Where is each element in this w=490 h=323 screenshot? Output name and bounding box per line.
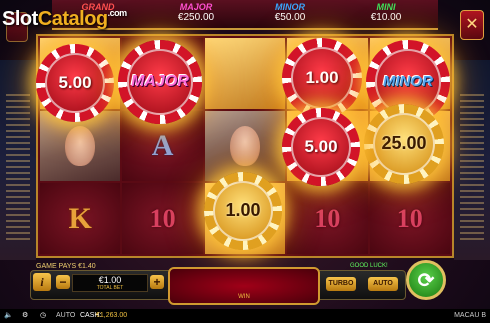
chip-major: MAJOR [118, 40, 202, 124]
chip-coin: 5.00 [36, 44, 114, 122]
chip-coin: 5.00 [282, 108, 360, 186]
city-skyline-right [454, 60, 490, 260]
spin-arrows-icon: ⟳ [417, 269, 435, 292]
chip-value: 25.00 [381, 133, 427, 154]
status-auto-label: AUTO [56, 312, 76, 319]
win-label: WIN [238, 294, 250, 300]
good-luck-message: GOOD LUCK! [350, 263, 388, 269]
reel-cell [204, 38, 286, 109]
total-bet-label: TOTAL BET [96, 285, 124, 291]
close-button[interactable]: ✕ [460, 10, 484, 40]
bet-decrease-button[interactable]: − [56, 275, 70, 289]
chip-value: 5.00 [304, 136, 338, 156]
status-bar: 🔈 ⚙ ◷ AUTO CASH: €1,263.00 MACAU B [0, 309, 490, 323]
chip-major-label: MAJOR [131, 72, 189, 90]
bet-increase-button[interactable]: + [150, 275, 164, 289]
sound-icon[interactable]: 🔈 [4, 309, 13, 323]
chip-coin: 1.00 [282, 38, 362, 118]
chip-minor-label: MINOR [382, 73, 433, 91]
chip-value: 1.00 [225, 200, 261, 221]
jackpot-major: MAJOR €250.00 [150, 2, 242, 28]
total-bet-display: €1.00 TOTAL BET [72, 274, 148, 292]
portrait-face [65, 125, 96, 166]
jackpot-mini: MINI €10.00 [340, 2, 432, 28]
jackpot-mini-name: MINI [376, 2, 396, 12]
gear-icon[interactable]: ⚙ [22, 309, 28, 323]
jackpot-minor: MINOR €50.00 [244, 2, 336, 28]
watermark-suffix: .com [107, 8, 128, 18]
cash-value: €1,263.00 [96, 312, 128, 319]
reel-cell-symbol-10: 10 [287, 183, 368, 254]
info-button[interactable]: i [33, 273, 51, 291]
game-pays-message: GAME PAYS €1.40 [36, 263, 96, 270]
watermark-logo: SlotCatalog.com [2, 8, 127, 31]
spin-button[interactable]: ⟳ [406, 260, 446, 300]
watermark-part1: Slot [2, 8, 38, 30]
game-stage: GRAND MAJOR €250.00 MINOR €50.00 MINI €1… [0, 0, 490, 323]
turbo-button[interactable]: TURBO [326, 277, 356, 291]
jackpot-minor-name: MINOR [275, 2, 305, 12]
watermark-part2: Catalog [37, 8, 108, 30]
clock-icon: ◷ [40, 312, 47, 319]
chip-value: 5.00 [58, 72, 92, 92]
reel-cell-symbol-10: 10 [122, 183, 203, 254]
chip-value: 1.00 [305, 67, 339, 87]
reel-cell-symbol-10: 10 [369, 183, 450, 254]
win-display: WIN [168, 267, 320, 305]
portrait-face [229, 125, 260, 166]
total-bet-value: €1.00 [98, 275, 122, 285]
reel-cell-portrait [204, 110, 286, 182]
jackpot-major-name: MAJOR [179, 2, 213, 12]
jackpot-minor-amount: €50.00 [274, 12, 306, 23]
autoplay-button[interactable]: AUTO [368, 277, 398, 291]
reel-cell-symbol-k: K [40, 183, 121, 254]
chip-coin-gold: 1.00 [204, 172, 282, 250]
game-title: MACAU B [454, 312, 486, 319]
chip-coin-gold: 25.00 [364, 104, 444, 184]
jackpot-major-amount: €250.00 [177, 12, 215, 23]
jackpot-mini-amount: €10.00 [370, 12, 402, 23]
city-skyline-left [0, 60, 36, 260]
